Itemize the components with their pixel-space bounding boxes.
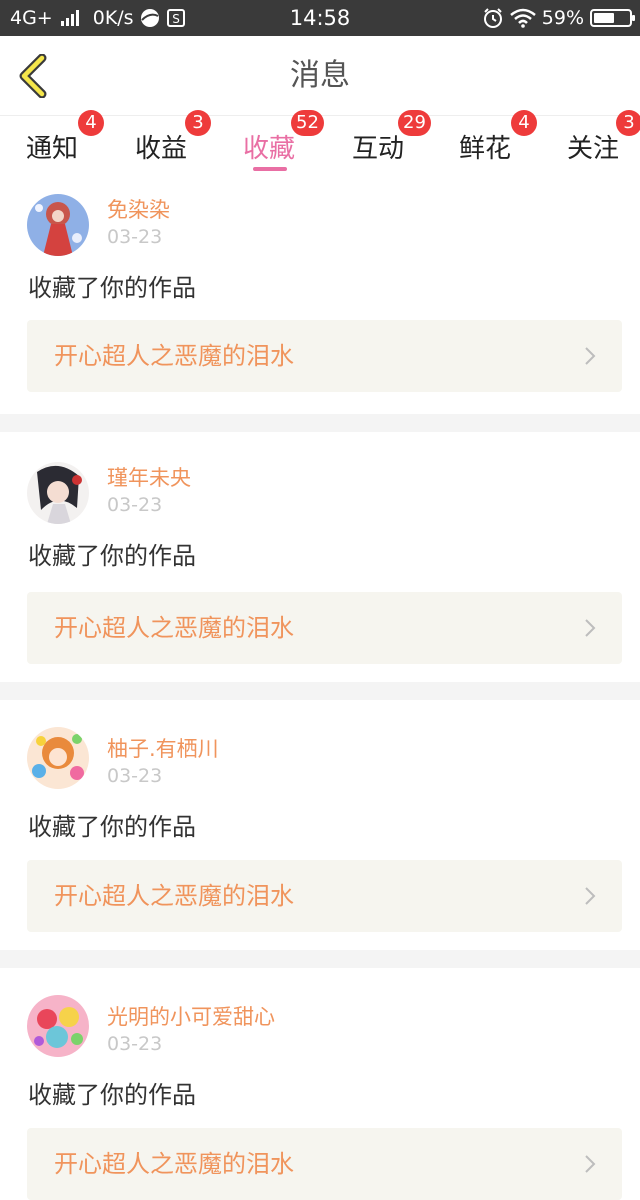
work-link[interactable]: 开心超人之恶魔的泪水 <box>27 1128 622 1200</box>
active-tab-indicator <box>253 167 287 171</box>
page-title: 消息 <box>290 58 350 93</box>
tab-badge: 29 <box>398 110 431 136</box>
tab-bar: 通知 4 收益 3 收藏 52 互动 29 鲜花 4 关注 3 <box>0 110 640 176</box>
tab-badge: 52 <box>291 110 324 136</box>
app-header: 消息 <box>0 36 640 116</box>
tab-label: 鲜花 <box>459 134 512 164</box>
tab-label: 通知 <box>26 134 79 164</box>
tab-badge: 3 <box>616 110 640 136</box>
work-link[interactable]: 开心超人之恶魔的泪水 <box>27 592 622 664</box>
message-date: 03-23 <box>107 1033 163 1055</box>
message-action: 收藏了你的作品 <box>28 274 196 302</box>
avatar[interactable] <box>27 995 89 1057</box>
tab-badge: 3 <box>185 110 211 136</box>
username[interactable]: 光明的小可爱甜心 <box>107 1001 275 1031</box>
message-date: 03-23 <box>107 494 163 516</box>
message-action: 收藏了你的作品 <box>28 813 196 841</box>
divider <box>0 682 640 700</box>
wifi-icon <box>509 8 536 28</box>
username[interactable]: 柚子.有栖川 <box>107 733 219 763</box>
work-title: 开心超人之恶魔的泪水 <box>54 1150 294 1178</box>
work-title: 开心超人之恶魔的泪水 <box>54 342 294 370</box>
status-bar: 4G+ 0K/s S 14:58 59% <box>0 0 640 36</box>
avatar[interactable] <box>27 727 89 789</box>
tab-label: 收益 <box>135 134 188 164</box>
divider <box>0 414 640 432</box>
username[interactable]: 免染染 <box>107 194 170 224</box>
tab-badge: 4 <box>78 110 104 136</box>
alarm-icon <box>483 8 502 28</box>
work-link[interactable]: 开心超人之恶魔的泪水 <box>27 320 622 392</box>
battery-percent: 59% <box>541 7 584 29</box>
message-card: 瑾年未央 03-23 收藏了你的作品 开心超人之恶魔的泪水 <box>0 432 640 682</box>
tab-label: 收藏 <box>243 134 296 164</box>
work-title: 开心超人之恶魔的泪水 <box>54 614 294 642</box>
chevron-right-icon <box>585 347 596 365</box>
message-card: 免染染 03-23 收藏了你的作品 开心超人之恶魔的泪水 <box>0 176 640 414</box>
work-title: 开心超人之恶魔的泪水 <box>54 882 294 910</box>
tab-label: 关注 <box>567 134 620 164</box>
battery-icon <box>590 9 635 27</box>
message-card: 光明的小可爱甜心 03-23 收藏了你的作品 开心超人之恶魔的泪水 <box>0 968 640 1200</box>
message-date: 03-23 <box>107 765 163 787</box>
chevron-right-icon <box>585 887 596 905</box>
message-date: 03-23 <box>107 226 163 248</box>
chevron-right-icon <box>585 619 596 637</box>
message-action: 收藏了你的作品 <box>28 542 196 570</box>
divider <box>0 950 640 968</box>
username[interactable]: 瑾年未央 <box>107 462 191 492</box>
work-link[interactable]: 开心超人之恶魔的泪水 <box>27 860 622 932</box>
message-card: 柚子.有栖川 03-23 收藏了你的作品 开心超人之恶魔的泪水 <box>0 700 640 950</box>
avatar[interactable] <box>27 462 89 524</box>
tab-label: 互动 <box>352 134 405 164</box>
tab-badge: 4 <box>511 110 537 136</box>
chevron-right-icon <box>585 1155 596 1173</box>
message-action: 收藏了你的作品 <box>28 1081 196 1109</box>
avatar[interactable] <box>27 194 89 256</box>
